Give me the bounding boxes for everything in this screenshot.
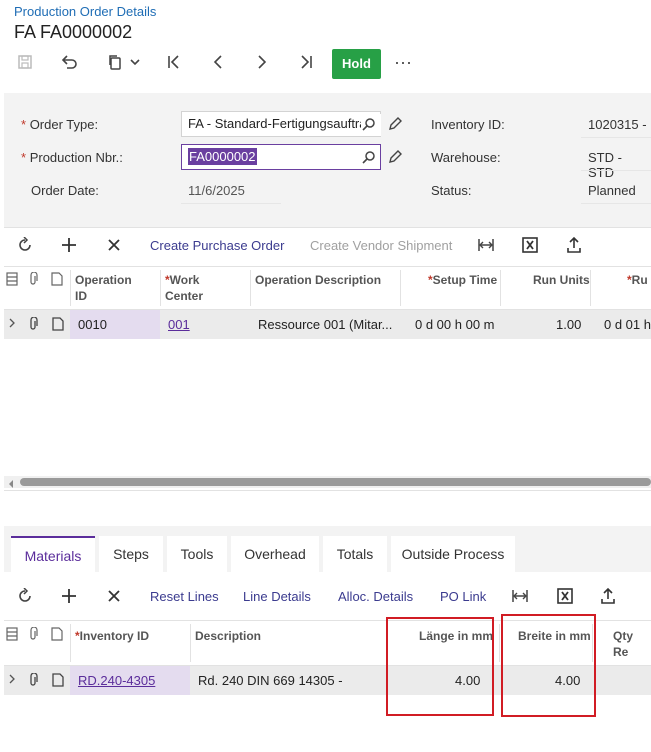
divider — [4, 227, 651, 228]
col-operation-id[interactable]: Operation ID — [75, 272, 132, 304]
first-icon[interactable] — [164, 54, 184, 75]
col-separator — [500, 270, 501, 306]
inventory-id-label: Inventory ID: — [431, 117, 505, 132]
status-underline — [581, 203, 651, 204]
delete-icon[interactable] — [106, 588, 122, 607]
page-title: FA FA0000002 — [14, 22, 133, 42]
col-operation-description[interactable]: Operation Description — [255, 272, 381, 288]
line-details-button[interactable]: Line Details — [243, 589, 311, 604]
create-vendor-shipment-button[interactable]: Create Vendor Shipment — [310, 238, 452, 253]
col-separator — [499, 624, 500, 662]
excel-icon[interactable] — [522, 237, 538, 256]
tab-outside-process[interactable]: Outside Process — [391, 536, 515, 572]
cell-run-time[interactable]: 0 d 01 h — [604, 316, 651, 334]
refresh-icon[interactable] — [17, 236, 33, 256]
col-separator — [160, 270, 161, 306]
cell-description[interactable]: Rd. 240 DIN 669 14305 - — [198, 672, 343, 690]
excel-icon[interactable] — [557, 588, 573, 607]
add-icon[interactable] — [61, 237, 77, 256]
next-icon[interactable] — [252, 54, 272, 75]
chevron-down-icon[interactable] — [127, 54, 143, 75]
upload-icon[interactable] — [600, 587, 616, 608]
alloc-details-button[interactable]: Alloc. Details — [338, 589, 413, 604]
cell-run-units[interactable]: 1.00 — [556, 316, 581, 334]
cell-operation-id[interactable]: 0010 — [78, 316, 107, 334]
tab-materials[interactable]: Materials — [11, 536, 95, 572]
attachment-icon[interactable] — [27, 316, 39, 334]
warehouse-value[interactable]: STD - STD — [588, 150, 651, 180]
col-run-time[interactable]: *Ru — [627, 272, 648, 288]
warehouse-label: Warehouse: — [431, 150, 501, 165]
attachment-icon[interactable] — [27, 672, 39, 690]
warehouse-underline — [581, 170, 651, 171]
undo-icon[interactable] — [59, 54, 79, 75]
highlight-box-breite — [501, 614, 596, 717]
attachment-icon — [27, 271, 39, 289]
status-value[interactable]: Planned — [588, 183, 636, 198]
upload-icon[interactable] — [566, 236, 582, 257]
col-description[interactable]: Description — [195, 628, 261, 644]
note-icon — [51, 272, 63, 289]
tab-tools[interactable]: Tools — [167, 536, 227, 572]
breadcrumb[interactable]: Production Order Details — [14, 4, 156, 19]
tab-overhead[interactable]: Overhead — [231, 536, 319, 572]
tab-totals[interactable]: Totals — [323, 536, 387, 572]
row-settings-icon[interactable] — [6, 627, 18, 644]
create-purchase-order-button[interactable]: Create Purchase Order — [150, 238, 284, 253]
fit-columns-icon[interactable] — [477, 237, 495, 256]
production-nbr-label: * Production Nbr.: — [21, 150, 123, 165]
col-qty-required[interactable]: Qty Re — [613, 628, 651, 660]
divider — [4, 490, 651, 491]
chevron-right-icon[interactable] — [8, 316, 16, 333]
status-label: Status: — [431, 183, 472, 198]
tab-steps[interactable]: Steps — [99, 536, 163, 572]
search-icon[interactable] — [361, 114, 381, 136]
order-date-value[interactable]: 11/6/2025 — [188, 183, 245, 198]
copy-icon[interactable] — [105, 54, 125, 75]
col-run-units[interactable]: Run Units — [533, 272, 590, 288]
col-inventory-id[interactable]: *Inventory ID — [75, 628, 149, 644]
row-settings-icon[interactable] — [6, 272, 18, 289]
po-link-button[interactable]: PO Link — [440, 589, 486, 604]
col-separator — [250, 270, 251, 306]
col-separator — [590, 270, 591, 306]
add-icon[interactable] — [61, 588, 77, 607]
col-separator — [70, 624, 71, 662]
search-icon[interactable] — [361, 147, 379, 169]
order-type-label: * Order Type: — [21, 117, 99, 132]
prev-icon[interactable] — [208, 54, 228, 75]
col-separator — [400, 270, 401, 306]
note-icon[interactable] — [52, 317, 64, 334]
order-date-underline — [181, 203, 281, 204]
hold-button[interactable]: Hold — [332, 49, 381, 79]
highlight-box-laenge — [386, 617, 494, 716]
col-work-center[interactable]: *Work Center — [165, 272, 203, 304]
fit-columns-icon[interactable] — [511, 588, 529, 607]
last-icon[interactable] — [296, 54, 316, 75]
col-separator — [70, 270, 71, 306]
inventory-id-value[interactable]: 1020315 - — [588, 117, 647, 132]
production-nbr-field[interactable]: FA0000002 — [181, 144, 381, 170]
order-type-field[interactable]: FA - Standard-Fertigungsauftra — [181, 111, 381, 137]
cell-setup-time[interactable]: 0 d 00 h 00 m — [415, 316, 495, 334]
more-icon[interactable]: ··· — [394, 52, 412, 73]
note-icon — [51, 627, 63, 644]
attachment-icon — [27, 626, 39, 644]
horizontal-scrollbar-thumb[interactable] — [20, 478, 651, 486]
cell-work-center[interactable]: 001 — [168, 316, 190, 334]
chevron-right-icon[interactable] — [8, 672, 16, 689]
inventory-underline — [581, 137, 651, 138]
reset-lines-button[interactable]: Reset Lines — [150, 589, 219, 604]
order-date-label: Order Date: — [31, 183, 99, 198]
pencil-icon[interactable] — [387, 116, 403, 135]
refresh-icon[interactable] — [17, 587, 33, 607]
save-icon[interactable] — [15, 54, 35, 75]
col-setup-time[interactable]: *Setup Time — [428, 272, 497, 288]
col-separator — [190, 624, 191, 662]
pencil-icon[interactable] — [387, 149, 403, 168]
cell-operation-description[interactable]: Ressource 001 (Mitar... — [258, 316, 392, 334]
delete-icon[interactable] — [106, 237, 122, 256]
note-icon[interactable] — [52, 673, 64, 690]
cell-inventory-id[interactable]: RD.240-4305 — [78, 672, 155, 690]
